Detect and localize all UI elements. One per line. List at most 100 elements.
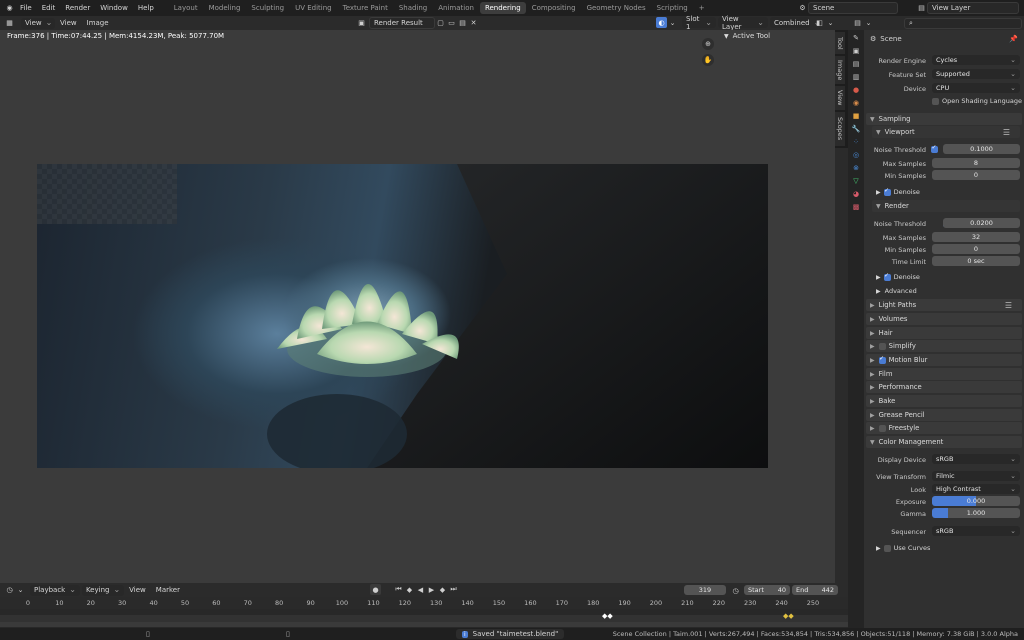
texture-tab-icon[interactable]: ▩ xyxy=(851,202,861,212)
pin-icon[interactable]: 📌 xyxy=(1009,35,1018,43)
properties-editor-icon[interactable]: ▤ xyxy=(852,18,863,29)
jump-start-icon[interactable]: ⏮ xyxy=(393,584,404,595)
hair-panel[interactable]: ▶ Hair xyxy=(866,327,1022,339)
data-tab-icon[interactable]: ▽ xyxy=(851,176,861,186)
bake-panel[interactable]: ▶ Bake xyxy=(866,395,1022,407)
view-layer-icon[interactable]: ▤ xyxy=(916,3,927,14)
current-frame-field[interactable]: 319 xyxy=(684,585,726,595)
open-image-icon[interactable]: ▭ xyxy=(446,18,457,29)
display-channels-icon[interactable]: ◐ xyxy=(656,17,667,28)
viewport-noise-threshold-checkbox[interactable] xyxy=(931,144,938,153)
output-tab-icon[interactable]: ▤ xyxy=(851,59,861,69)
exposure-slider[interactable]: 0.000 xyxy=(932,496,1020,506)
jump-end-icon[interactable]: ⏭ xyxy=(448,584,459,595)
menu-file[interactable]: File xyxy=(15,4,37,12)
viewport-subpanel-header[interactable]: ▼ Viewport ☰ xyxy=(872,126,1020,138)
particles-tab-icon[interactable]: ⁘ xyxy=(851,137,861,147)
physics-tab-icon[interactable]: ◎ xyxy=(851,150,861,160)
display-mode-dropdown-icon[interactable]: ⌄ xyxy=(825,17,836,28)
viewport-max-samples-field[interactable]: 8 xyxy=(932,158,1020,168)
timeline-scrollbar[interactable] xyxy=(0,622,848,627)
tool-tab-icon[interactable]: ✎ xyxy=(851,33,861,43)
play-icon[interactable]: ▶ xyxy=(426,584,437,595)
sampling-panel-header[interactable]: ▼ Sampling xyxy=(866,113,1022,125)
image-viewport[interactable]: Frame:376 | Time:07:44.25 | Mem:4154.23M… xyxy=(0,30,835,583)
view-layer-field[interactable]: View Layer xyxy=(927,2,1019,14)
render-subpanel-header[interactable]: ▼ Render xyxy=(872,200,1020,212)
tab-compositing[interactable]: Compositing xyxy=(527,2,581,14)
simplify-panel[interactable]: ▶ Simplify xyxy=(866,340,1022,352)
menu-help[interactable]: Help xyxy=(133,4,159,12)
playback-menu[interactable]: Playback xyxy=(30,584,80,596)
menu-window[interactable]: Window xyxy=(95,4,133,12)
layer-dropdown[interactable]: View Layer xyxy=(718,15,768,31)
tab-shading[interactable]: Shading xyxy=(394,2,432,14)
sidetab-view[interactable]: View xyxy=(835,86,845,110)
viewport-denoise-checkbox[interactable] xyxy=(883,187,891,196)
use-curves-checkbox[interactable] xyxy=(883,544,891,552)
viewport-min-samples-field[interactable]: 0 xyxy=(932,170,1020,180)
constraints-tab-icon[interactable]: ⊗ xyxy=(851,163,861,173)
add-workspace-button[interactable]: + xyxy=(694,2,710,14)
use-curves-row[interactable]: ▶ Use Curves xyxy=(876,544,930,552)
device-dropdown[interactable]: CPU xyxy=(932,83,1020,93)
fake-user-icon[interactable]: ▢ xyxy=(435,18,446,29)
object-tab-icon[interactable]: ■ xyxy=(851,111,861,121)
render-denoise-row[interactable]: ▶ Denoise xyxy=(876,272,920,282)
freestyle-panel[interactable]: ▶ Freestyle xyxy=(866,422,1022,434)
render-engine-dropdown[interactable]: Cycles xyxy=(932,55,1020,65)
feature-set-dropdown[interactable]: Supported xyxy=(932,69,1020,79)
tab-modeling[interactable]: Modeling xyxy=(204,2,246,14)
tab-animation[interactable]: Animation xyxy=(433,2,479,14)
look-dropdown[interactable]: High Contrast xyxy=(932,484,1020,494)
render-noise-threshold-field[interactable]: 0.0200 xyxy=(943,218,1020,228)
view-transform-dropdown[interactable]: Filmic xyxy=(932,471,1020,481)
tab-scripting[interactable]: Scripting xyxy=(652,2,693,14)
editor-dropdown-icon[interactable]: ⌄ xyxy=(15,585,26,596)
tab-layout[interactable]: Layout xyxy=(169,2,203,14)
menu-marker[interactable]: Marker xyxy=(151,586,185,594)
scene-icon[interactable]: ⚙ xyxy=(797,3,808,14)
timeline-track[interactable]: ◆◆ ◆◆ xyxy=(0,609,848,628)
zoom-icon[interactable]: ⊕ xyxy=(702,38,714,50)
film-panel[interactable]: ▶ Film xyxy=(866,368,1022,380)
viewport-noise-threshold-field[interactable]: 0.1000 xyxy=(943,144,1020,154)
timeline-ruler[interactable]: 0 10 20 30 40 50 60 70 80 90 100 110 120 130 140 150 160… xyxy=(0,597,848,609)
image-name-field[interactable]: Render Result xyxy=(369,17,435,29)
presets-list-icon[interactable]: ☰ xyxy=(1005,301,1012,310)
render-min-samples-field[interactable]: 0 xyxy=(932,244,1020,254)
unlink-icon[interactable]: ✕ xyxy=(468,18,479,29)
scene-tab-icon[interactable]: ● xyxy=(851,85,861,95)
tab-rendering[interactable]: Rendering xyxy=(479,2,526,14)
grease-pencil-panel[interactable]: ▶ Grease Pencil xyxy=(866,409,1022,421)
keying-menu[interactable]: Keying xyxy=(81,584,125,596)
modifier-tab-icon[interactable]: 🔧 xyxy=(851,124,861,134)
display-device-dropdown[interactable]: sRGB xyxy=(932,454,1020,464)
osl-checkbox-box[interactable] xyxy=(932,97,939,105)
material-tab-icon[interactable]: ◕ xyxy=(851,189,861,199)
sidetab-tool[interactable]: Tool xyxy=(835,32,845,54)
pass-dropdown[interactable]: Combined xyxy=(770,17,810,28)
sidetab-scopes[interactable]: Scopes xyxy=(835,112,845,146)
record-icon[interactable]: ● xyxy=(370,584,381,595)
play-reverse-icon[interactable]: ◀ xyxy=(415,584,426,595)
menu-view[interactable]: View xyxy=(55,19,82,27)
end-frame-field[interactable]: End 442 xyxy=(792,585,838,595)
color-management-panel-header[interactable]: ▼ Color Management xyxy=(866,436,1022,448)
keyframe-selected-icon[interactable]: ◆◆ xyxy=(783,612,794,620)
freestyle-checkbox[interactable] xyxy=(878,424,886,432)
preview-range-icon[interactable]: ◷ xyxy=(730,585,741,596)
render-max-samples-field[interactable]: 32 xyxy=(932,232,1020,242)
tab-texture-paint[interactable]: Texture Paint xyxy=(338,2,393,14)
active-tool-panel-header[interactable]: ▼ Active Tool xyxy=(724,32,770,40)
pan-hand-icon[interactable]: ✋ xyxy=(702,54,714,66)
blender-logo-icon[interactable]: ◉ xyxy=(4,3,15,14)
prev-keyframe-icon[interactable]: ◆ xyxy=(404,584,415,595)
view-layer-tab-icon[interactable]: ▥ xyxy=(851,72,861,82)
channels-dropdown-icon[interactable]: ⌄ xyxy=(667,17,678,28)
viewport-denoise-row[interactable]: ▶ Denoise xyxy=(876,187,920,197)
render-tab-icon[interactable]: ▣ xyxy=(851,46,861,56)
editor-type-icon[interactable]: ▦ xyxy=(4,18,15,29)
performance-panel[interactable]: ▶ Performance xyxy=(866,381,1022,393)
menu-edit[interactable]: Edit xyxy=(37,4,61,12)
